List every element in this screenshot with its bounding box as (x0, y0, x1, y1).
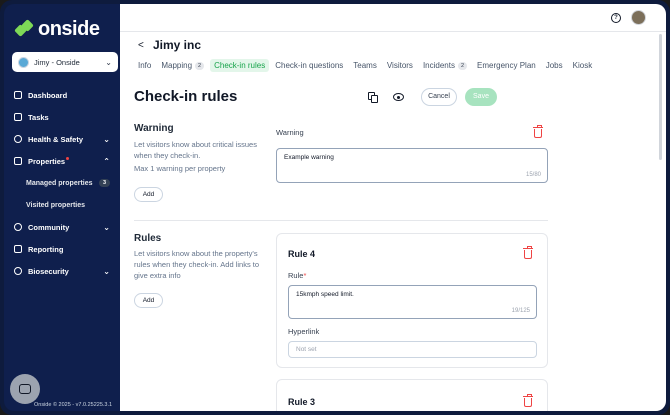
trash-icon[interactable] (533, 125, 543, 138)
chevron-down-icon: ⌄ (103, 134, 110, 144)
warning-value: Example warning (284, 154, 334, 161)
copy-icon[interactable] (368, 92, 378, 103)
rules-section-title: Rules (134, 233, 162, 244)
tab-incidents[interactable]: Incidents 2 (419, 59, 471, 72)
scrollbar[interactable] (659, 34, 662, 160)
sidebar-item-health-safety[interactable]: Health & Safety ⌄ (4, 128, 120, 150)
account-name: Jimy - Onside (34, 57, 80, 67)
trash-icon[interactable] (523, 246, 533, 259)
account-avatar (18, 56, 29, 68)
rule-card: Rule 4 Rule* 15kmph speed limit. 19/125 … (276, 233, 548, 368)
chat-icon (19, 384, 31, 394)
tab-check-in-rules[interactable]: Check-in rules (210, 59, 270, 72)
tab-check-in-questions[interactable]: Check-in questions (271, 59, 347, 72)
chat-button[interactable] (10, 374, 40, 404)
sidebar-item-reporting[interactable]: Reporting (4, 238, 120, 260)
hyperlink-field-label: Hyperlink (288, 327, 320, 336)
notification-dot (66, 156, 70, 160)
sidebar-item-label: Health & Safety (28, 134, 84, 144)
cancel-button[interactable]: Cancel (421, 88, 457, 106)
save-button[interactable]: Save (465, 88, 497, 106)
chevron-down-icon: ⌄ (105, 57, 112, 67)
warning-description: Let visitors know about critical issues … (134, 140, 257, 160)
rule-card-title: Rule 3 (288, 397, 316, 407)
hyperlink-input[interactable]: Not set (288, 341, 537, 358)
properties-icon (14, 157, 22, 165)
health-icon (14, 135, 22, 143)
add-rule-button[interactable]: Add (134, 293, 163, 308)
chevron-down-icon: ⌄ (103, 222, 110, 232)
rule-field-label: Rule* (288, 271, 307, 280)
warning-limit: Max 1 warning per property (134, 164, 226, 173)
sidebar: onside Jimy - Onside ⌄ Dashboard Tasks H… (4, 4, 120, 411)
main-content: ? < Jimy inc Info Mapping 2 Check-in rule… (120, 4, 666, 411)
tab-visitors[interactable]: Visitors (383, 59, 417, 72)
eye-icon[interactable] (393, 93, 404, 101)
logo[interactable]: onside (14, 18, 100, 41)
back-button[interactable]: < (138, 40, 144, 51)
tab-jobs[interactable]: Jobs (542, 59, 567, 72)
section-divider (134, 220, 548, 221)
sidebar-item-properties[interactable]: Properties ⌃ (4, 150, 120, 172)
rules-description: Let visitors know about the property's r… (134, 249, 260, 280)
sidebar-item-label: Biosecurity (28, 266, 69, 276)
rule-card-title: Rule 4 (288, 249, 316, 259)
logo-text: onside (38, 18, 100, 40)
warning-section-title: Warning (134, 123, 174, 134)
char-count: 15/80 (525, 172, 541, 178)
tab-kiosk[interactable]: Kiosk (569, 59, 597, 72)
rule-textarea[interactable]: 15kmph speed limit. 19/125 (288, 285, 537, 319)
sidebar-nav: Dashboard Tasks Health & Safety ⌄ Proper… (4, 84, 120, 282)
tab-emergency-plan[interactable]: Emergency Plan (473, 59, 540, 72)
warning-textarea[interactable]: Example warning 15/80 (276, 148, 548, 183)
tab-mapping[interactable]: Mapping 2 (157, 59, 208, 72)
sidebar-item-label: Properties (28, 156, 70, 166)
logo-icon (14, 18, 34, 39)
page-title: Check-in rules (134, 88, 238, 105)
sidebar-item-biosecurity[interactable]: Biosecurity ⌄ (4, 260, 120, 282)
sidebar-item-label: Visited properties (26, 201, 86, 209)
sidebar-item-label: Managed properties (26, 179, 93, 187)
account-switcher[interactable]: Jimy - Onside ⌄ (12, 52, 118, 72)
help-icon[interactable]: ? (611, 13, 621, 23)
app-frame: onside Jimy - Onside ⌄ Dashboard Tasks H… (0, 0, 670, 415)
tab-teams[interactable]: Teams (349, 59, 381, 72)
sidebar-item-label: Tasks (28, 112, 49, 122)
company-name: Jimy inc (153, 38, 202, 52)
tab-count: 2 (195, 61, 205, 70)
tab-bar: Info Mapping 2 Check-in rules Check-in qu… (134, 59, 598, 72)
chevron-down-icon: ⌄ (103, 266, 110, 276)
tab-count: 2 (457, 61, 468, 70)
reporting-icon (14, 245, 22, 253)
rule-value: 15kmph speed limit. (296, 291, 354, 298)
version-text: Onside © 2025 - v7.0.25225.3.1 (34, 402, 113, 408)
add-warning-button[interactable]: Add (134, 187, 163, 202)
sidebar-item-tasks[interactable]: Tasks (4, 106, 120, 128)
top-bar: ? (120, 4, 666, 32)
chevron-up-icon: ⌃ (103, 156, 110, 166)
rule-card: Rule 3 (276, 379, 548, 411)
sidebar-item-visited-properties[interactable]: Visited properties (4, 194, 120, 216)
warning-field-label: Warning (276, 128, 304, 137)
sidebar-item-label: Dashboard (28, 90, 68, 100)
tab-info[interactable]: Info (134, 59, 155, 72)
tasks-icon (14, 113, 22, 121)
sidebar-item-label: Community (28, 222, 70, 232)
count-badge: 3 (98, 179, 110, 187)
sidebar-item-managed-properties[interactable]: Managed properties 3 (4, 172, 120, 194)
biosecurity-icon (14, 267, 22, 275)
sidebar-item-label: Reporting (28, 244, 64, 254)
dashboard-icon (14, 91, 22, 99)
community-icon (14, 223, 22, 231)
trash-icon[interactable] (523, 394, 533, 407)
sidebar-item-dashboard[interactable]: Dashboard (4, 84, 120, 106)
char-count: 19/125 (511, 308, 530, 314)
user-avatar[interactable] (631, 10, 646, 25)
sidebar-item-community[interactable]: Community ⌄ (4, 216, 120, 238)
